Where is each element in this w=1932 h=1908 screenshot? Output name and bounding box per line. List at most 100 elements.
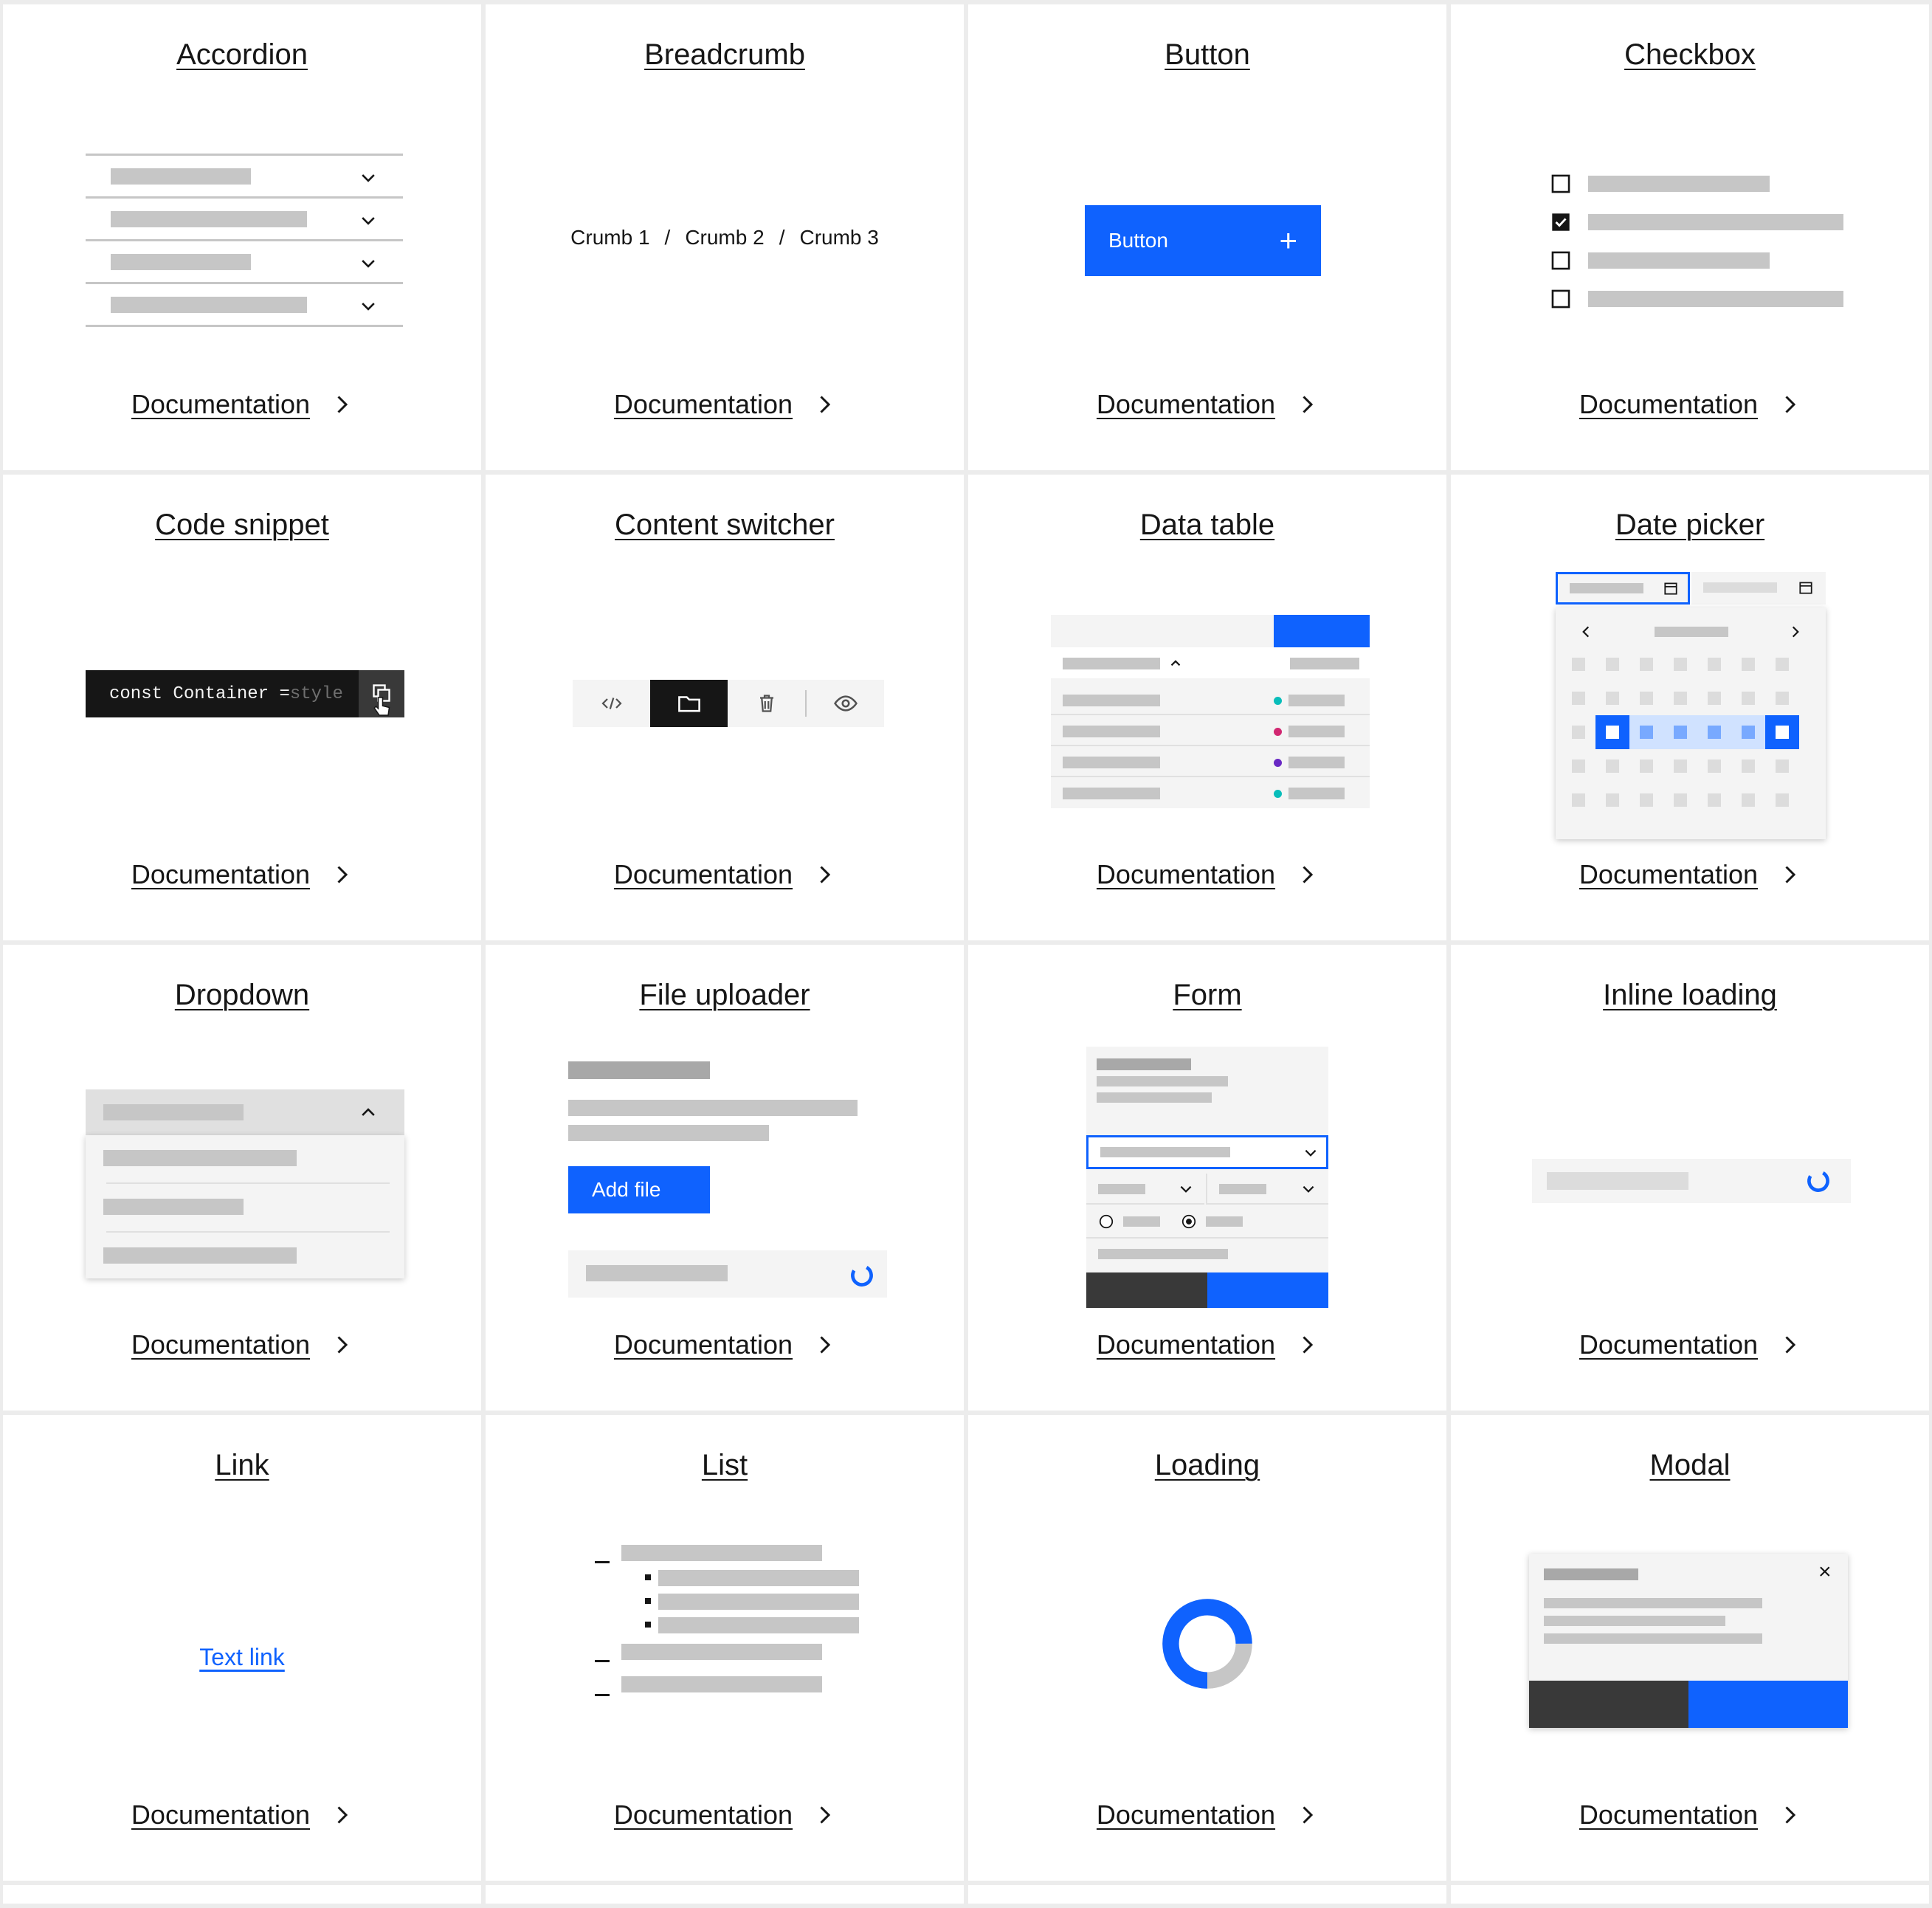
documentation-link[interactable]: Documentation bbox=[486, 389, 964, 420]
calendar-day[interactable] bbox=[1776, 692, 1789, 705]
calendar-day[interactable] bbox=[1776, 793, 1789, 807]
calendar-day[interactable] bbox=[1572, 726, 1585, 739]
documentation-link[interactable]: Documentation bbox=[1451, 1799, 1929, 1830]
text-link[interactable]: Text link bbox=[3, 1644, 481, 1671]
crumb-3[interactable]: Crumb 3 bbox=[799, 226, 878, 249]
documentation-link[interactable]: Documentation bbox=[1451, 859, 1929, 890]
copy-button[interactable] bbox=[359, 670, 404, 717]
card-title[interactable]: Content switcher bbox=[486, 509, 964, 542]
calendar-day[interactable] bbox=[1572, 760, 1585, 773]
calendar-day[interactable] bbox=[1640, 760, 1653, 773]
calendar-day[interactable] bbox=[1572, 692, 1585, 705]
calendar-day[interactable] bbox=[1776, 658, 1789, 671]
documentation-link[interactable]: Documentation bbox=[486, 1329, 964, 1360]
table-row[interactable] bbox=[1051, 779, 1370, 808]
documentation-link[interactable]: Documentation bbox=[968, 389, 1446, 420]
form-select-field[interactable] bbox=[1086, 1174, 1204, 1205]
calendar-day[interactable] bbox=[1708, 692, 1721, 705]
calendar-day[interactable] bbox=[1742, 793, 1755, 807]
primary-button[interactable] bbox=[1688, 1681, 1848, 1728]
calendar-day[interactable] bbox=[1606, 793, 1619, 807]
calendar-day[interactable] bbox=[1572, 793, 1585, 807]
card-title[interactable]: Data table bbox=[968, 509, 1446, 542]
calendar-day[interactable] bbox=[1742, 658, 1755, 671]
calendar-day[interactable] bbox=[1674, 726, 1687, 739]
chevron-down-icon[interactable] bbox=[359, 211, 378, 230]
calendar-day[interactable] bbox=[1708, 760, 1721, 773]
calendar-day[interactable] bbox=[1708, 726, 1721, 739]
dropdown-option[interactable] bbox=[86, 1184, 404, 1231]
documentation-link[interactable]: Documentation bbox=[968, 1329, 1446, 1360]
primary-button[interactable] bbox=[1207, 1272, 1328, 1308]
checkbox-icon[interactable] bbox=[1551, 251, 1570, 270]
chevron-right-icon[interactable] bbox=[1787, 624, 1804, 640]
chevron-down-icon[interactable] bbox=[359, 297, 378, 316]
dropdown-option[interactable] bbox=[86, 1233, 404, 1278]
card-title[interactable]: Checkbox bbox=[1451, 38, 1929, 72]
secondary-button[interactable] bbox=[1086, 1272, 1207, 1308]
calendar-day[interactable] bbox=[1572, 658, 1585, 671]
switch-code[interactable] bbox=[573, 680, 650, 727]
card-title[interactable]: Modal bbox=[1451, 1449, 1929, 1482]
calendar-day[interactable] bbox=[1765, 715, 1799, 749]
dropdown-field[interactable] bbox=[86, 1089, 404, 1135]
card-title[interactable]: Loading bbox=[968, 1449, 1446, 1482]
dropdown-option[interactable] bbox=[86, 1135, 404, 1182]
chevron-down-icon[interactable] bbox=[359, 168, 378, 187]
calendar-day[interactable] bbox=[1742, 760, 1755, 773]
switch-folder[interactable] bbox=[650, 680, 728, 727]
calendar-day[interactable] bbox=[1674, 793, 1687, 807]
calendar-day[interactable] bbox=[1606, 760, 1619, 773]
card-title[interactable]: Breadcrumb bbox=[486, 38, 964, 72]
card-title[interactable]: File uploader bbox=[486, 979, 964, 1012]
card-title[interactable]: Date picker bbox=[1451, 509, 1929, 542]
calendar-day[interactable] bbox=[1674, 692, 1687, 705]
documentation-link[interactable]: Documentation bbox=[486, 859, 964, 890]
crumb-1[interactable]: Crumb 1 bbox=[570, 226, 649, 249]
calendar-day[interactable] bbox=[1776, 760, 1789, 773]
card-title[interactable]: Accordion bbox=[3, 38, 481, 72]
switch-trash[interactable] bbox=[728, 680, 805, 727]
calendar-day[interactable] bbox=[1708, 658, 1721, 671]
card-title[interactable]: Form bbox=[968, 979, 1446, 1012]
table-row[interactable] bbox=[1051, 717, 1370, 746]
checkbox-icon[interactable] bbox=[1551, 174, 1570, 193]
documentation-link[interactable]: Documentation bbox=[968, 1799, 1446, 1830]
demo-button[interactable]: Button + bbox=[1085, 205, 1321, 276]
calendar-day[interactable] bbox=[1606, 658, 1619, 671]
calendar-day[interactable] bbox=[1640, 726, 1653, 739]
form-select-field[interactable] bbox=[1086, 1135, 1328, 1169]
card-title[interactable]: Link bbox=[3, 1449, 481, 1482]
primary-action-button[interactable] bbox=[1274, 615, 1370, 647]
card-title[interactable]: Code snippet bbox=[3, 509, 481, 542]
chevron-down-icon[interactable] bbox=[359, 254, 378, 273]
documentation-link[interactable]: Documentation bbox=[3, 859, 481, 890]
chevron-left-icon[interactable] bbox=[1578, 624, 1594, 640]
switch-view[interactable] bbox=[807, 680, 884, 727]
calendar-day[interactable] bbox=[1640, 793, 1653, 807]
crumb-2[interactable]: Crumb 2 bbox=[685, 226, 764, 249]
radio-selected-icon[interactable] bbox=[1181, 1213, 1197, 1230]
calendar-day[interactable] bbox=[1674, 658, 1687, 671]
documentation-link[interactable]: Documentation bbox=[1451, 1329, 1929, 1360]
card-title[interactable]: Button bbox=[968, 38, 1446, 72]
documentation-link[interactable]: Documentation bbox=[486, 1799, 964, 1830]
calendar-day[interactable] bbox=[1742, 726, 1755, 739]
card-title[interactable]: Dropdown bbox=[3, 979, 481, 1012]
checkbox-icon[interactable] bbox=[1551, 289, 1570, 309]
documentation-link[interactable]: Documentation bbox=[3, 1329, 481, 1360]
end-date-input[interactable] bbox=[1691, 572, 1826, 605]
close-icon[interactable]: × bbox=[1818, 1560, 1832, 1585]
calendar-day[interactable] bbox=[1708, 793, 1721, 807]
documentation-link[interactable]: Documentation bbox=[3, 1799, 481, 1830]
radio-icon[interactable] bbox=[1098, 1213, 1114, 1230]
add-file-button[interactable]: Add file bbox=[568, 1166, 710, 1213]
card-title[interactable]: Inline loading bbox=[1451, 979, 1929, 1012]
calendar-day[interactable] bbox=[1595, 715, 1629, 749]
form-select-field[interactable] bbox=[1206, 1174, 1328, 1205]
start-date-input[interactable] bbox=[1556, 572, 1690, 605]
table-row[interactable] bbox=[1051, 686, 1370, 715]
documentation-link[interactable]: Documentation bbox=[1451, 389, 1929, 420]
table-row[interactable] bbox=[1051, 748, 1370, 777]
documentation-link[interactable]: Documentation bbox=[968, 859, 1446, 890]
